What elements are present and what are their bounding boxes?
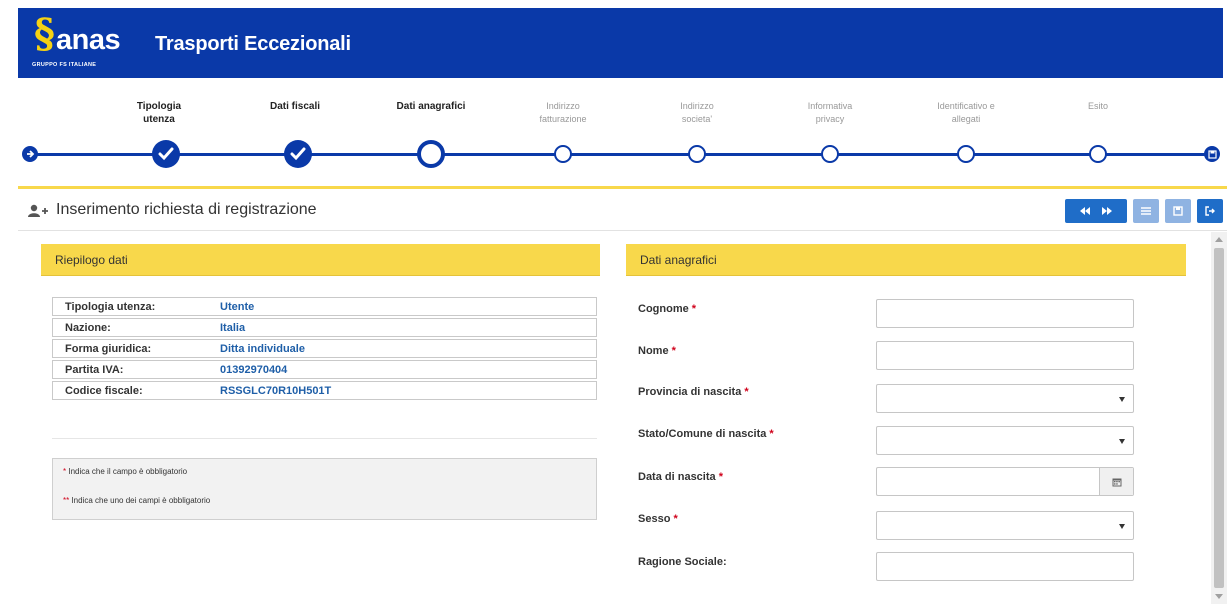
- step-label-esito: Esito: [1087, 101, 1108, 111]
- cognome-label: Cognome *: [638, 303, 697, 315]
- step-navigation-button-group: [1065, 199, 1127, 223]
- vertical-scrollbar[interactable]: [1211, 232, 1227, 604]
- data-nascita-label: Data di nascita *: [638, 471, 723, 483]
- step-node-informativa-privacy[interactable]: [821, 145, 839, 163]
- form-section-header: Dati anagrafici: [626, 244, 1186, 276]
- chevron-down-icon: [1119, 397, 1125, 402]
- table-row: Partita IVA: 01392970404: [52, 360, 597, 379]
- cognome-input[interactable]: [876, 299, 1134, 328]
- arrow-right-circle-icon[interactable]: [22, 146, 38, 162]
- panel-title: Inserimento richiesta di registrazione: [56, 201, 317, 218]
- table-row: Nazione: Italia: [52, 318, 597, 337]
- provincia-nascita-select[interactable]: [876, 384, 1134, 413]
- save-icon[interactable]: [1204, 146, 1220, 162]
- scroll-down-icon[interactable]: [1215, 594, 1223, 599]
- step-label-indirizzo-fatturazione: Indirizzo fatturazione: [539, 101, 587, 124]
- logo-word: anas: [56, 24, 121, 56]
- registration-stepper: Tipologia utenza Dati fiscali Dati anagra…: [0, 78, 1227, 188]
- one-required-note: ** Indica che uno dei campi è obbligator…: [63, 496, 211, 505]
- chevron-down-icon: [1119, 524, 1125, 529]
- step-node-indirizzo-fatturazione[interactable]: [554, 145, 572, 163]
- summary-table: Tipologia utenza: Utente Nazione: Italia…: [52, 297, 597, 402]
- step-node-tipologia-utenza[interactable]: [152, 140, 180, 168]
- save-icon: [1173, 206, 1183, 216]
- step-label-dati-fiscali: Dati fiscali: [269, 101, 321, 112]
- stepper-track: [30, 153, 1212, 156]
- check-icon: [290, 147, 306, 161]
- divider: [52, 438, 597, 439]
- check-icon: [158, 147, 174, 161]
- calendar-button[interactable]: [1099, 468, 1133, 495]
- step-label-informativa-privacy: Informativa privacy: [807, 101, 853, 124]
- nome-label: Nome *: [638, 345, 676, 357]
- exit-icon: [1205, 206, 1215, 216]
- summary-title: Riepilogo dati: [55, 253, 128, 267]
- provincia-nascita-label: Provincia di nascita *: [638, 386, 749, 398]
- list-button[interactable]: [1133, 199, 1159, 223]
- logo-subtitle: GRUPPO FS ITALIANE: [32, 62, 97, 68]
- chevron-down-icon: [1119, 439, 1125, 444]
- stato-comune-nascita-label: Stato/Comune di nascita *: [638, 428, 774, 440]
- list-icon: [1141, 207, 1151, 215]
- app-title: Trasporti Eccezionali: [155, 33, 351, 55]
- step-node-dati-fiscali[interactable]: [284, 140, 312, 168]
- table-row: Forma giuridica: Ditta individuale: [52, 339, 597, 358]
- ragione-sociale-label: Ragione Sociale:: [638, 556, 727, 568]
- step-backward-icon[interactable]: [1080, 202, 1090, 220]
- step-label-dati-anagrafici: Dati anagrafici: [396, 101, 466, 112]
- top-bar: § anas GRUPPO FS ITALIANE Trasporti Ecce…: [18, 8, 1223, 78]
- scroll-thumb[interactable]: [1214, 248, 1224, 588]
- required-note: * Indica che il campo è obbligatorio: [63, 467, 188, 476]
- step-label-tipologia-utenza: Tipologia utenza: [136, 101, 182, 125]
- calendar-icon: [1112, 478, 1121, 486]
- nome-input[interactable]: [876, 341, 1134, 370]
- sesso-select[interactable]: [876, 511, 1134, 540]
- step-forward-icon[interactable]: [1102, 202, 1112, 220]
- step-node-dati-anagrafici[interactable]: [417, 140, 445, 168]
- scroll-up-icon[interactable]: [1215, 237, 1223, 242]
- anas-logo[interactable]: § anas GRUPPO FS ITALIANE: [30, 12, 140, 74]
- exit-button[interactable]: [1197, 199, 1223, 223]
- stato-comune-nascita-select[interactable]: [876, 426, 1134, 455]
- data-nascita-input[interactable]: [876, 467, 1134, 496]
- table-row: Codice fiscale: RSSGLC70R10H501T: [52, 381, 597, 400]
- add-user-icon: [28, 204, 48, 223]
- summary-section-header: Riepilogo dati: [41, 244, 600, 276]
- content-area: [18, 232, 1211, 604]
- save-button[interactable]: [1165, 199, 1191, 223]
- sesso-label: Sesso *: [638, 513, 678, 525]
- toolbar: [1065, 199, 1223, 223]
- step-label-indirizzo-societa: Indirizzo societa': [680, 101, 714, 124]
- table-row: Tipologia utenza: Utente: [52, 297, 597, 316]
- required-legend: * Indica che il campo è obbligatorio ** …: [52, 458, 597, 520]
- step-node-indirizzo-societa[interactable]: [688, 145, 706, 163]
- step-node-identificativo-allegati[interactable]: [957, 145, 975, 163]
- step-node-esito[interactable]: [1089, 145, 1107, 163]
- form-title: Dati anagrafici: [640, 253, 717, 267]
- step-label-identificativo-allegati: Identificativo e allegati: [937, 101, 995, 124]
- ragione-sociale-input[interactable]: [876, 552, 1134, 581]
- panel-header: Inserimento richiesta di registrazione: [18, 189, 1227, 231]
